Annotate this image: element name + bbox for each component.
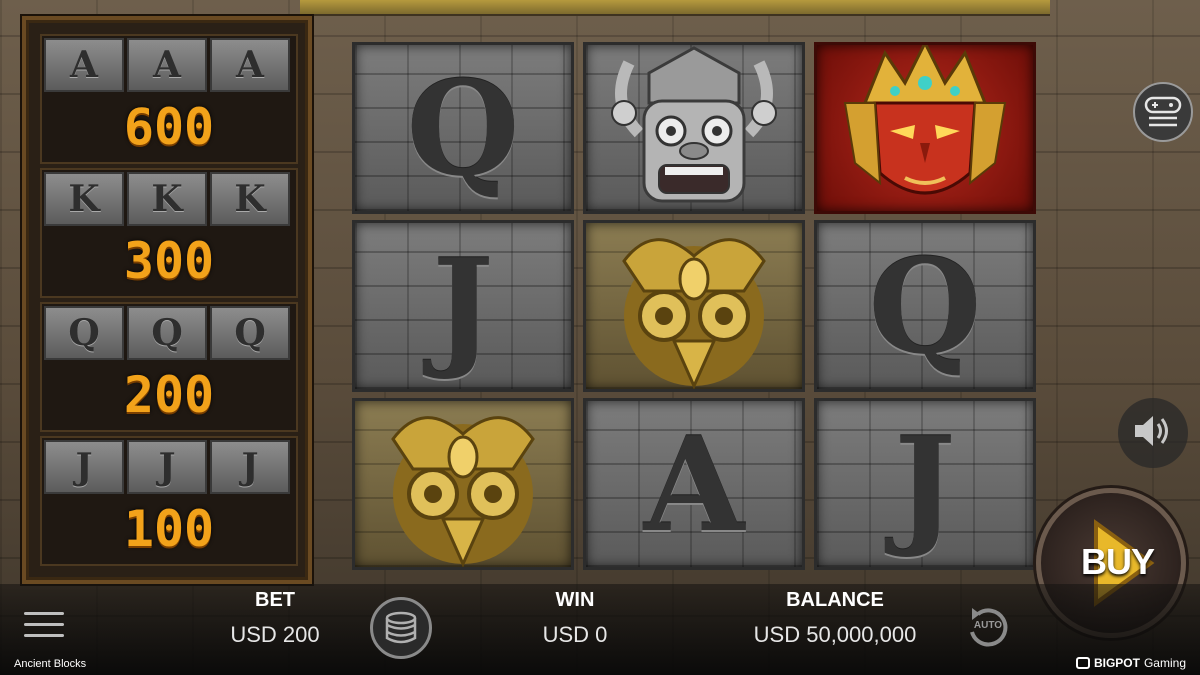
balance-label: BALANCE	[786, 589, 884, 611]
paytable-symbol: Q	[210, 306, 290, 360]
paytable-row: J J J 100	[40, 436, 298, 566]
paytable-row: K K K 300	[40, 168, 298, 298]
paytable-value: 300	[123, 232, 215, 290]
balance-value: USD 50,000,000	[753, 622, 917, 647]
red-warrior-mask-icon	[825, 45, 1025, 211]
letter-symbol: Q	[406, 51, 520, 205]
paytable-symbol: J	[44, 440, 124, 494]
paytable-symbol: Q	[127, 306, 207, 360]
brand-suffix: Gaming	[1143, 656, 1186, 670]
reel-cell	[352, 398, 574, 570]
gamepad-icon[interactable]	[1133, 82, 1193, 142]
paytable-row: Q Q Q 200	[40, 302, 298, 432]
coin-stack-icon	[385, 611, 417, 644]
reel-cell: J	[814, 398, 1036, 570]
paytable-symbol: J	[210, 440, 290, 494]
sound-toggle-button[interactable]	[1118, 398, 1188, 468]
reel-cell	[814, 42, 1036, 214]
stone-demon-mask-icon	[599, 45, 789, 211]
reel-cell: A	[583, 398, 805, 570]
win-label: WIN	[555, 589, 595, 611]
paytable-symbol: A	[44, 38, 124, 92]
paytable-symbol: K	[44, 172, 124, 226]
brand-name: BIGPOT	[1093, 656, 1140, 670]
paytable-symbol: K	[210, 172, 290, 226]
reel-cell	[583, 220, 805, 392]
autoplay-label: AUTO	[973, 620, 1003, 631]
letter-symbol: A	[643, 407, 745, 561]
reel-cell: Q	[814, 220, 1036, 392]
speaker-icon	[1131, 411, 1175, 456]
brand-logo: BIGPOT Gaming	[1075, 656, 1186, 670]
buy-button-label: BUY	[1081, 541, 1155, 582]
paytable-row: A A A 600	[40, 34, 298, 164]
paytable-symbol: A	[127, 38, 207, 92]
paytable-symbol: A	[210, 38, 290, 92]
reel-cell: Q	[352, 42, 574, 214]
letter-symbol: J	[432, 229, 494, 383]
reel-grid: Q J A Q J	[352, 42, 1036, 576]
paytable-symbol: Q	[44, 306, 124, 360]
reel-cell	[583, 42, 805, 214]
bet-label: BET	[255, 589, 295, 611]
gold-owl-icon	[604, 223, 784, 389]
bet-coins-button[interactable]	[370, 597, 432, 659]
paytable-value: 600	[123, 98, 215, 156]
hamburger-menu-icon[interactable]	[24, 612, 64, 638]
win-value: USD 0	[542, 622, 608, 647]
paytable-value: 100	[123, 500, 215, 558]
paytable-symbol: J	[127, 440, 207, 494]
top-gold-frame	[300, 0, 1050, 16]
brand-mark-icon	[1075, 657, 1090, 669]
bet-value[interactable]: USD 200	[205, 622, 345, 648]
paytable-value: 200	[123, 366, 215, 424]
paytable-panel: A A A 600 K K K 300 Q Q Q 200 J J J 100	[22, 16, 312, 584]
paytable-symbol: K	[127, 172, 207, 226]
gold-owl-icon	[373, 401, 553, 567]
autoplay-button[interactable]: AUTO	[962, 600, 1014, 652]
reel-cell: J	[352, 220, 574, 392]
letter-symbol: Q	[868, 229, 982, 383]
game-title: Ancient Blocks	[14, 658, 87, 670]
letter-symbol: J	[894, 407, 956, 561]
